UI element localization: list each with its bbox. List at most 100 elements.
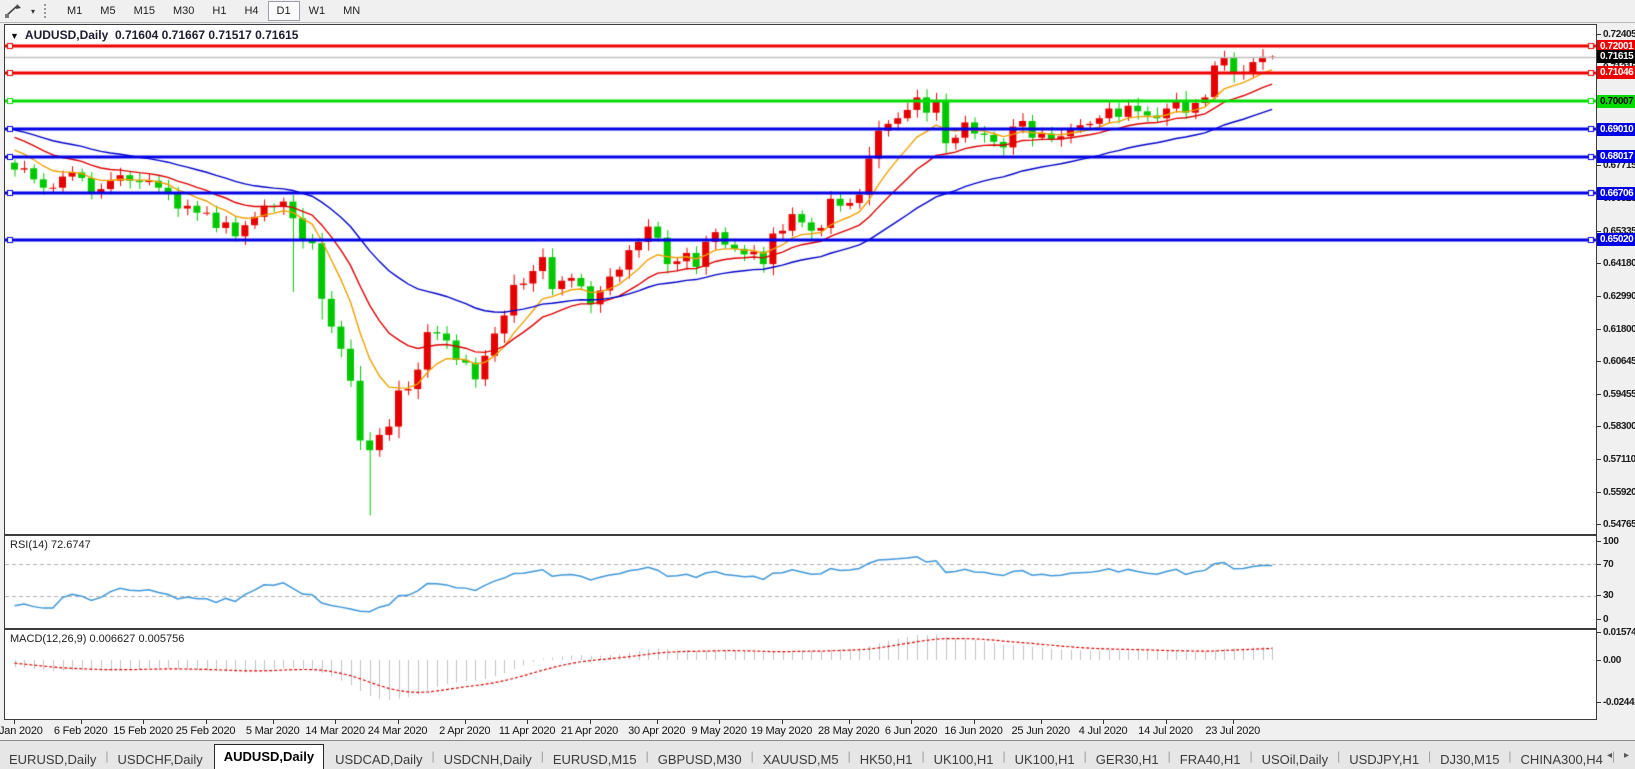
- chart-tab-bar: EURUSD,Daily|USDCHF,DailyAUDUSD,DailyUSD…: [0, 740, 1635, 769]
- price-tick-0.58300: 0.58300: [1597, 421, 1635, 433]
- date-label-20: 25 Feb 2020: [176, 725, 236, 737]
- tab-eurusd-daily[interactable]: EURUSD,Daily: [0, 749, 105, 769]
- rsi-name: RSI(14): [10, 539, 48, 551]
- collapse-caret-icon[interactable]: ▼: [10, 31, 19, 41]
- date-label-113.5: 4 Jul 2020: [1079, 725, 1128, 737]
- tab-scroll-left-icon[interactable]: ◂: [1607, 750, 1612, 761]
- price-axis[interactable]: 0.724050.712150.700250.688350.677150.665…: [1596, 24, 1635, 740]
- date-tick: [14, 720, 15, 724]
- date-label-67: 30 Apr 2020: [628, 725, 685, 737]
- macd-tick-0.00: 0.00: [1597, 654, 1621, 666]
- date-tick: [527, 720, 528, 724]
- line-price-label-0.68017: 0.68017: [1597, 150, 1635, 163]
- line-price-label-0.69010: 0.69010: [1597, 123, 1635, 136]
- date-label-27: 5 Mar 2020: [246, 725, 300, 737]
- line-price-label-0.70007: 0.70007: [1597, 95, 1635, 108]
- macd-panel-canvas[interactable]: [4, 629, 1597, 720]
- trading-platform-window: ▾ M1M5M15M30H1H4D1W1MN ▼ AUDUSD,Daily 0.7…: [0, 0, 1635, 769]
- macd-main-value: 0.006627: [89, 633, 135, 645]
- rsi-panel-canvas[interactable]: [4, 535, 1597, 629]
- price-tick-0.60645: 0.60645: [1597, 355, 1635, 367]
- line-price-label-0.65020: 0.65020: [1597, 233, 1635, 246]
- date-tick: [206, 720, 207, 724]
- date-tick: [974, 720, 975, 724]
- rsi-tick-30: 30: [1597, 590, 1613, 602]
- date-label-0: 28 Jan 2020: [0, 725, 43, 737]
- chart-ohlc-values: 0.71604 0.71667 0.71517 0.71615: [115, 28, 299, 42]
- tab-dj30-m15[interactable]: DJ30,M15: [1431, 749, 1508, 769]
- date-tick: [1103, 720, 1104, 724]
- line-price-label-0.71046: 0.71046: [1597, 66, 1635, 79]
- tab-fra40-h1[interactable]: FRA40,H1: [1171, 749, 1250, 769]
- tab-usdcnh-daily[interactable]: USDCNH,Daily: [435, 749, 541, 769]
- date-label-93.5: 6 Jun 2020: [885, 725, 937, 737]
- timeframe-d1[interactable]: D1: [268, 1, 300, 21]
- tab-eurusd-m15[interactable]: EURUSD,M15: [544, 749, 646, 769]
- timeframe-mn[interactable]: MN: [334, 1, 369, 21]
- chart-symbol-label: AUDUSD,Daily: [25, 28, 108, 42]
- tab-xauusd-m5[interactable]: XAUUSD,M5: [754, 749, 848, 769]
- tab-usdchf-daily[interactable]: USDCHF,Daily: [109, 749, 212, 769]
- date-label-47: 2 Apr 2020: [439, 725, 490, 737]
- date-label-87: 28 May 2020: [818, 725, 879, 737]
- price-tick-0.57110: 0.57110: [1597, 454, 1635, 466]
- date-axis[interactable]: 28 Jan 20206 Feb 202015 Feb 202025 Feb 2…: [4, 720, 1597, 740]
- price-tick-0.61800: 0.61800: [1597, 323, 1635, 335]
- price-tick-0.54765: 0.54765: [1597, 519, 1635, 531]
- date-label-107: 25 Jun 2020: [1012, 725, 1070, 737]
- date-label-127: 23 Jul 2020: [1205, 725, 1260, 737]
- date-tick: [273, 720, 274, 724]
- date-label-40: 24 Mar 2020: [368, 725, 428, 737]
- date-tick: [1041, 720, 1042, 724]
- price-tick-0.64180: 0.64180: [1597, 257, 1635, 269]
- tab-china300-h4[interactable]: CHINA300,H4: [1512, 749, 1612, 769]
- tab-usdcad-daily[interactable]: USDCAD,Daily: [326, 749, 431, 769]
- date-label-120: 14 Jul 2020: [1138, 725, 1193, 737]
- tool-dropdown-caret-icon[interactable]: ▾: [26, 2, 40, 20]
- date-tick: [849, 720, 850, 724]
- date-tick: [590, 720, 591, 724]
- date-tick: [1166, 720, 1167, 724]
- tab-uk100-h1[interactable]: UK100,H1: [925, 749, 1003, 769]
- rsi-value: 72.6747: [51, 539, 91, 551]
- toolbar-grip[interactable]: [44, 4, 52, 18]
- timeframe-h1[interactable]: H1: [203, 1, 235, 21]
- timeframe-w1[interactable]: W1: [300, 1, 335, 21]
- timeframe-m1[interactable]: M1: [58, 1, 91, 21]
- date-tick: [335, 720, 336, 724]
- macd-indicator-label: MACD(12,26,9) 0.006627 0.005756: [10, 633, 184, 645]
- date-tick: [81, 720, 82, 724]
- date-tick: [911, 720, 912, 724]
- macd-signal-value: 0.005756: [138, 633, 184, 645]
- timeframe-m30[interactable]: M30: [164, 1, 203, 21]
- tab-gbpusd-m30[interactable]: GBPUSD,M30: [649, 749, 751, 769]
- price-chart-canvas[interactable]: [4, 24, 1597, 535]
- tab-scroll-arrows: ◂▸: [1607, 750, 1629, 761]
- timeframe-h4[interactable]: H4: [235, 1, 267, 21]
- tab-usoil-daily[interactable]: USOil,Daily: [1253, 749, 1337, 769]
- draw-cursor-icon[interactable]: [0, 2, 26, 20]
- tab-scroll-right-icon[interactable]: ▸: [1624, 750, 1629, 761]
- timeframe-button-group: M1M5M15M30H1H4D1W1MN: [58, 1, 369, 21]
- date-tick: [398, 720, 399, 724]
- date-tick: [657, 720, 658, 724]
- timeframe-m5[interactable]: M5: [91, 1, 124, 21]
- date-label-53.5: 11 Apr 2020: [499, 725, 555, 737]
- price-tick-0.55920: 0.55920: [1597, 487, 1635, 499]
- tab-usdjpy-h1[interactable]: USDJPY,H1: [1340, 749, 1428, 769]
- tab-ger30-h1[interactable]: GER30,H1: [1087, 749, 1168, 769]
- toolbar: ▾ M1M5M15M30H1H4D1W1MN: [0, 0, 1635, 23]
- macd-name: MACD(12,26,9): [10, 633, 86, 645]
- tab-audusd-daily[interactable]: AUDUSD,Daily: [214, 744, 324, 769]
- date-label-100: 16 Jun 2020: [944, 725, 1002, 737]
- rsi-tick-0: 0: [1597, 613, 1608, 625]
- date-label-60: 21 Apr 2020: [561, 725, 618, 737]
- date-tick: [782, 720, 783, 724]
- price-tick-0.59455: 0.59455: [1597, 389, 1635, 401]
- date-label-33.5: 14 Mar 2020: [305, 725, 365, 737]
- current-price-label: 0.71615: [1597, 50, 1635, 63]
- tab-hk50-h1[interactable]: HK50,H1: [851, 749, 922, 769]
- date-tick: [1233, 720, 1234, 724]
- timeframe-m15[interactable]: M15: [125, 1, 164, 21]
- tab-uk100-h1[interactable]: UK100,H1: [1006, 749, 1084, 769]
